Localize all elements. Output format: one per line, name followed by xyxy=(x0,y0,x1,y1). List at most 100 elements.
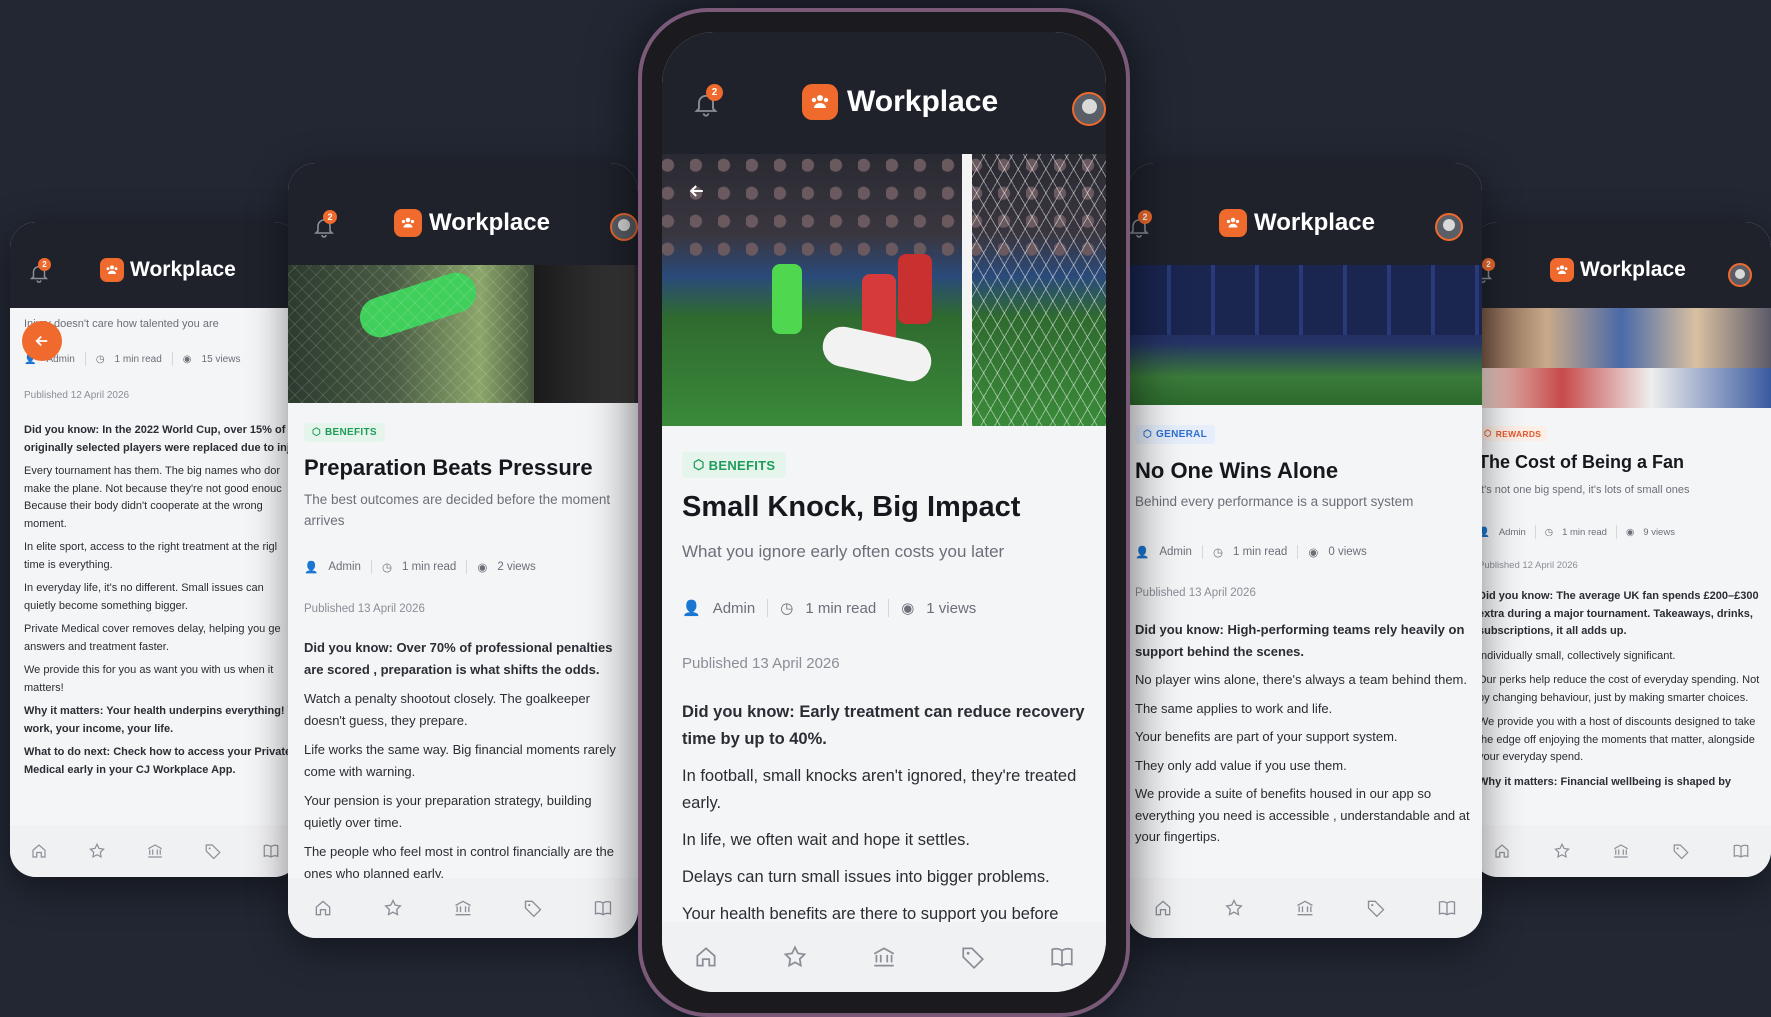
nav-star-icon[interactable] xyxy=(383,898,403,918)
article-published: Published 13 April 2026 xyxy=(682,655,840,672)
nav-book-icon[interactable] xyxy=(593,898,613,918)
nav-bank-icon[interactable] xyxy=(1295,898,1315,918)
article-paragraph: We provide you with a host of discounts … xyxy=(1478,716,1756,763)
nav-star-icon[interactable] xyxy=(1224,898,1244,918)
app-name: Workplace xyxy=(1254,209,1375,236)
article-hero-image xyxy=(662,154,1106,426)
nav-tag-nav-icon[interactable] xyxy=(1672,842,1690,860)
back-arrow-icon xyxy=(689,185,703,197)
person-icon: 👤 xyxy=(682,600,701,617)
nav-home-icon[interactable] xyxy=(693,944,719,970)
article-views: 9 views xyxy=(1643,526,1675,538)
nav-tag-nav-icon[interactable] xyxy=(523,898,543,918)
bank-icon xyxy=(455,900,471,916)
bank-icon xyxy=(1296,900,1313,916)
notification-badge: 2 xyxy=(38,258,51,271)
star-icon xyxy=(783,945,807,968)
nav-bank-icon[interactable] xyxy=(1612,842,1630,860)
eye-icon: ◉ xyxy=(182,353,192,365)
article-hero-image xyxy=(288,265,638,403)
article-subtitle: What you ignore early often costs you la… xyxy=(682,542,1005,561)
notification-bell-icon[interactable]: 2 xyxy=(692,84,723,118)
app-name: Workplace xyxy=(429,209,550,236)
tag-nav-icon xyxy=(962,947,984,970)
article-read-time: 1 min read xyxy=(1562,526,1607,538)
app-brand: Workplace xyxy=(1219,209,1375,237)
app-header: 2 Workplace xyxy=(662,32,1106,154)
article-paragraph: Did you know: High-performing teams rely… xyxy=(1135,622,1465,659)
home-icon xyxy=(32,844,46,858)
nav-tag-nav-icon[interactable] xyxy=(204,842,222,860)
notification-bell-icon[interactable]: 2 xyxy=(28,258,51,284)
nav-book-icon[interactable] xyxy=(262,842,280,860)
nav-home-icon[interactable] xyxy=(1493,842,1511,860)
user-avatar[interactable] xyxy=(1728,263,1752,287)
back-arrow-icon xyxy=(35,335,48,347)
phone-screen-fan-cost: 2 Workplace ⬡ REWARDS The Cost of Being a… xyxy=(1472,222,1771,877)
home-icon xyxy=(696,947,716,967)
bottom-nav xyxy=(288,878,638,938)
article-paragraph: Your benefits are part of your support s… xyxy=(1135,729,1398,744)
article-read-time: 1 min read xyxy=(1232,546,1288,558)
phone-screen-pension: 2 Workplace ⬡ BENEFITS Preparation Beats … xyxy=(288,163,638,938)
nav-home-icon[interactable] xyxy=(313,898,333,918)
nav-book-icon[interactable] xyxy=(1437,898,1457,918)
workplace-logo-icon xyxy=(394,209,422,237)
notification-badge: 2 xyxy=(1482,258,1495,271)
app-name: Workplace xyxy=(1580,258,1686,281)
nav-bank-icon[interactable] xyxy=(146,842,164,860)
notification-bell-icon[interactable]: 2 xyxy=(312,210,337,239)
clock-icon: ◷ xyxy=(381,562,392,574)
star-icon xyxy=(1553,842,1570,859)
app-brand: Workplace xyxy=(1550,258,1686,282)
tag-icon: ⬡ xyxy=(1484,428,1492,438)
category-tag-benefits[interactable]: ⬡ BENEFITS xyxy=(682,452,787,478)
app-header: 2 Workplace xyxy=(1127,163,1482,265)
article-body: Did you know: The average UK fan spends … xyxy=(1478,588,1763,798)
app-brand: Workplace xyxy=(100,258,236,282)
notification-badge: 2 xyxy=(1138,210,1152,224)
article-subtitle: Behind every performance is a support sy… xyxy=(1135,494,1414,509)
notification-bell-icon[interactable]: 2 xyxy=(1127,210,1152,239)
article-paragraph: The same applies to work and life. xyxy=(1135,700,1333,716)
nav-star-icon[interactable] xyxy=(1553,842,1571,860)
user-avatar[interactable] xyxy=(1072,92,1106,126)
category-tag-rewards[interactable]: ⬡ REWARDS xyxy=(1478,426,1548,441)
category-tag-benefits[interactable]: ⬡ BENEFITS xyxy=(304,423,385,442)
bank-icon xyxy=(1614,844,1629,858)
article-read-time: 1 min read xyxy=(401,561,457,573)
article-published: Published 12 April 2026 xyxy=(24,390,130,401)
user-avatar[interactable] xyxy=(610,213,638,241)
nav-star-icon[interactable] xyxy=(88,842,106,860)
nav-home-icon[interactable] xyxy=(30,842,48,860)
nav-star-icon[interactable] xyxy=(782,944,808,970)
nav-bank-icon[interactable] xyxy=(871,944,897,970)
article-paragraph: Did you know: The average UK fan spends … xyxy=(1478,590,1759,637)
article-paragraph: We provide this for you as want you with… xyxy=(24,664,274,694)
article-subtitle: It's not one big spend, it's lots of sma… xyxy=(1478,484,1690,496)
nav-bank-icon[interactable] xyxy=(453,898,473,918)
nav-home-icon[interactable] xyxy=(1153,898,1173,918)
user-avatar[interactable] xyxy=(1435,213,1463,241)
nav-book-icon[interactable] xyxy=(1049,944,1075,970)
article-author: Admin xyxy=(328,561,361,573)
clock-icon: ◷ xyxy=(95,353,105,365)
nav-tag-nav-icon[interactable] xyxy=(960,944,986,970)
tag-icon: ⬡ xyxy=(312,427,322,438)
article-paragraph: In elite sport, access to the right trea… xyxy=(24,541,278,571)
clock-icon: ◷ xyxy=(1544,526,1554,538)
nav-tag-nav-icon[interactable] xyxy=(1366,898,1386,918)
app-brand: Workplace xyxy=(394,209,550,237)
workplace-logo-icon xyxy=(1219,209,1247,237)
back-button[interactable] xyxy=(682,176,712,206)
book-icon xyxy=(1050,947,1073,967)
article-hero-image xyxy=(1127,265,1482,405)
star-icon xyxy=(384,898,402,916)
nav-book-icon[interactable] xyxy=(1732,842,1750,860)
article-paragraph: Did you know: In the 2022 World Cup, ove… xyxy=(24,424,290,454)
tag-nav-icon xyxy=(205,844,221,860)
bottom-nav xyxy=(10,825,300,877)
article-hero-image xyxy=(1472,308,1771,408)
back-button[interactable] xyxy=(22,321,62,361)
category-tag-general[interactable]: ⬡ GENERAL xyxy=(1135,425,1216,444)
